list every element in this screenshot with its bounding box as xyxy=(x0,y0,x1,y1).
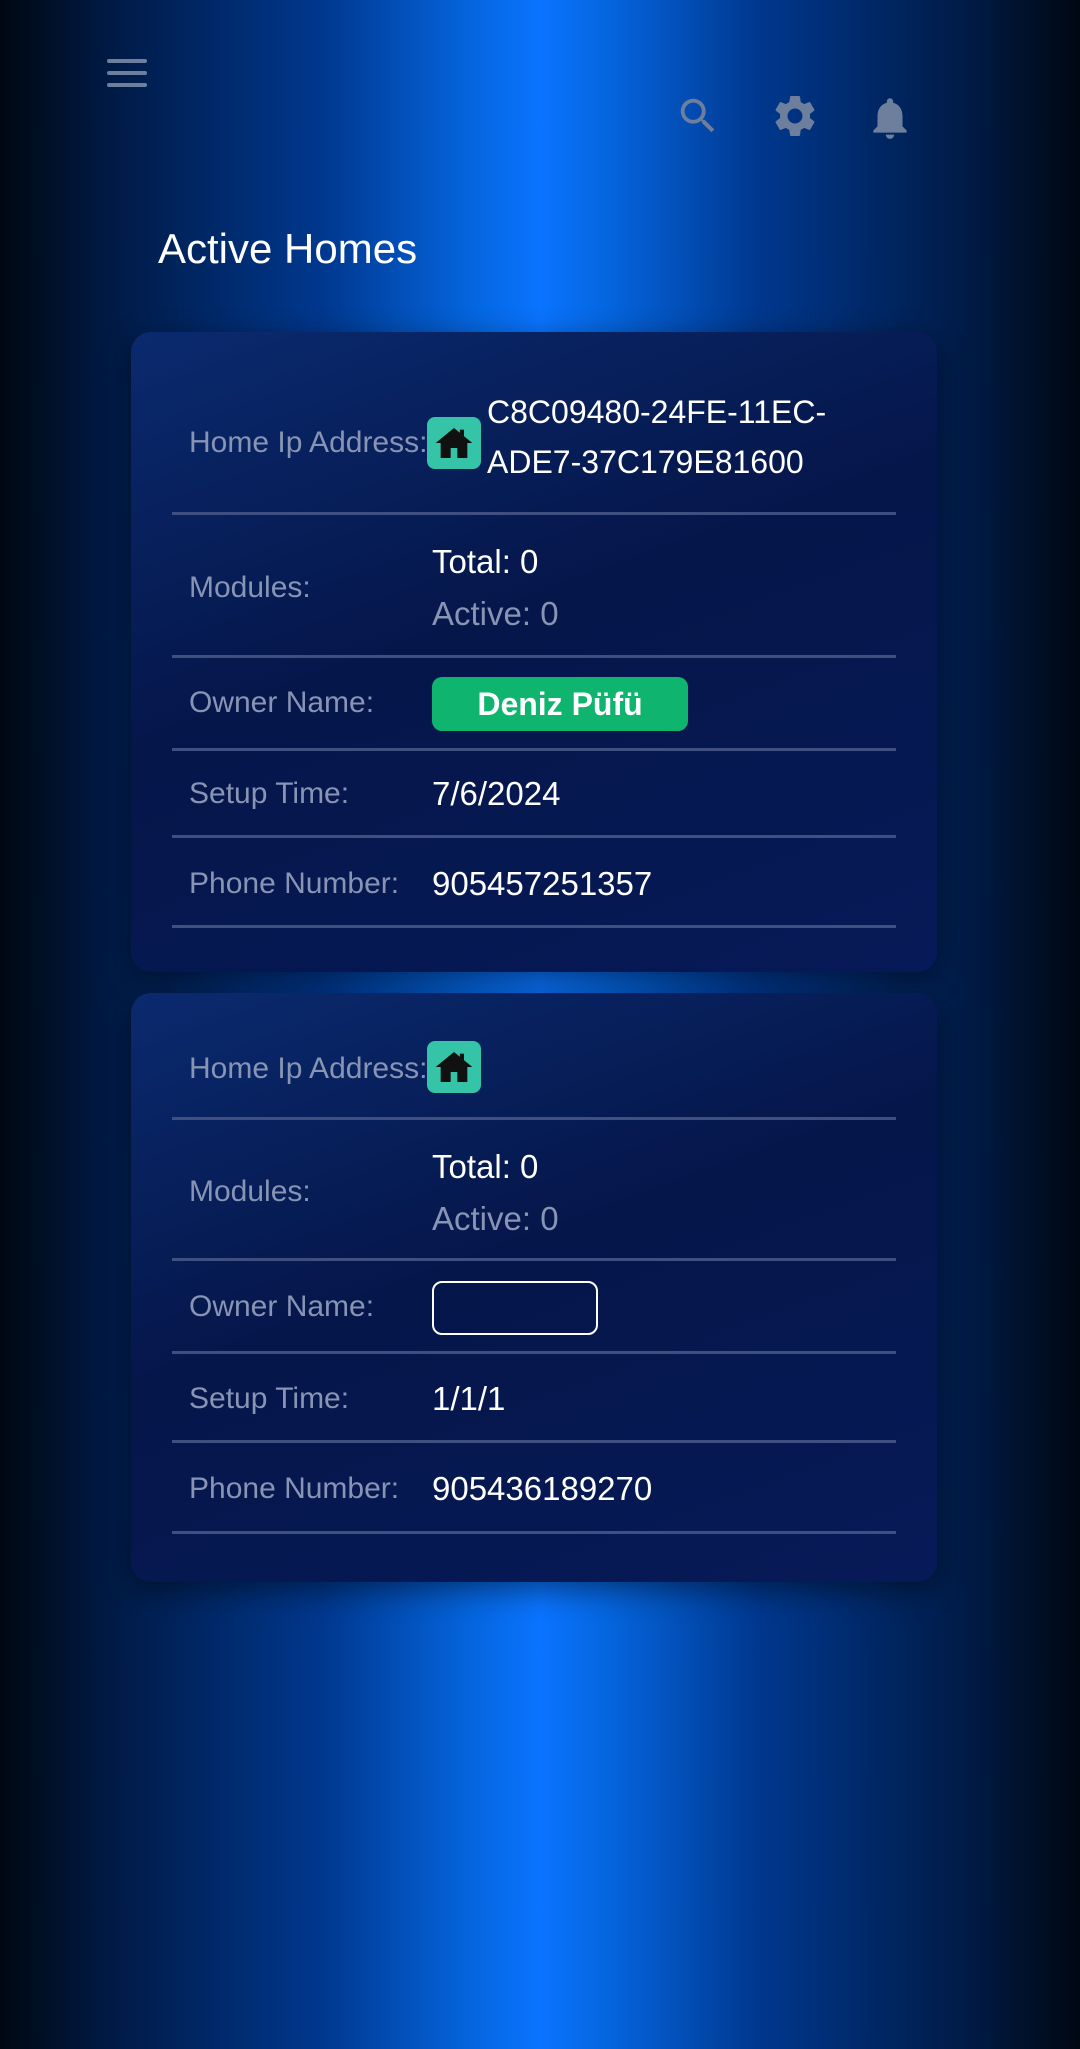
modules-label: Modules: xyxy=(189,571,311,604)
setup-time-label: Setup Time: xyxy=(189,1382,350,1415)
owner-name-badge[interactable]: Deniz Püfü xyxy=(432,677,688,731)
modules-row: Modules: Total: 0 Active: 0 xyxy=(172,1120,896,1261)
page-title: Active Homes xyxy=(158,225,418,272)
gear-icon xyxy=(775,95,815,136)
modules-active: Active: 0 xyxy=(432,1200,559,1237)
search-button[interactable] xyxy=(670,88,726,144)
setup-time-value: 7/6/2024 xyxy=(432,775,561,812)
ip-address-line-2: ADE7-37C179E81600 xyxy=(487,444,804,480)
home-button[interactable] xyxy=(427,417,481,469)
owner-name-row: Owner Name: Deniz Püfü xyxy=(172,658,896,751)
modules-label: Modules: xyxy=(189,1175,311,1208)
home-icon xyxy=(435,1052,473,1082)
search-icon xyxy=(680,98,715,133)
ip-address-label: Home Ip Address: xyxy=(189,1052,428,1085)
phone-number-row: Phone Number: 905457251357 xyxy=(172,838,896,928)
ip-address-row: Home Ip Address: C8C09480-24FE-11EC- ADE… xyxy=(172,372,896,515)
modules-total: Total: 0 xyxy=(432,1148,539,1185)
home-card: Home Ip Address: Modules: Total: 0 Activ… xyxy=(131,993,937,1582)
menu-button[interactable] xyxy=(102,52,152,94)
ip-address-row: Home Ip Address: xyxy=(172,1017,896,1120)
phone-number-value: 905457251357 xyxy=(432,865,653,902)
settings-button[interactable] xyxy=(765,88,825,144)
home-icon xyxy=(435,428,473,458)
phone-number-row: Phone Number: 905436189270 xyxy=(172,1443,896,1534)
phone-number-value: 905436189270 xyxy=(432,1470,653,1507)
home-card: Home Ip Address: C8C09480-24FE-11EC- ADE… xyxy=(131,332,937,972)
home-button[interactable] xyxy=(427,1041,481,1093)
owner-name-label: Owner Name: xyxy=(189,1290,375,1323)
notifications-button[interactable] xyxy=(862,88,918,148)
owner-name-row: Owner Name: xyxy=(172,1261,896,1354)
top-app-bar xyxy=(0,0,1080,200)
owner-name-badge[interactable] xyxy=(432,1281,598,1335)
bell-icon xyxy=(873,98,907,139)
phone-number-label: Phone Number: xyxy=(189,1472,400,1505)
setup-time-row: Setup Time: 7/6/2024 xyxy=(172,751,896,838)
setup-time-label: Setup Time: xyxy=(189,777,350,810)
ip-address-label: Home Ip Address: xyxy=(189,426,428,459)
phone-number-label: Phone Number: xyxy=(189,867,400,900)
setup-time-value: 1/1/1 xyxy=(432,1380,506,1417)
modules-row: Modules: Total: 0 Active: 0 xyxy=(172,515,896,658)
hamburger-menu-icon xyxy=(107,59,147,87)
setup-time-row: Setup Time: 1/1/1 xyxy=(172,1354,896,1443)
modules-active: Active: 0 xyxy=(432,595,559,632)
ip-address-line-1: C8C09480-24FE-11EC- xyxy=(487,394,827,430)
owner-name-label: Owner Name: xyxy=(189,686,375,719)
modules-total: Total: 0 xyxy=(432,543,539,580)
